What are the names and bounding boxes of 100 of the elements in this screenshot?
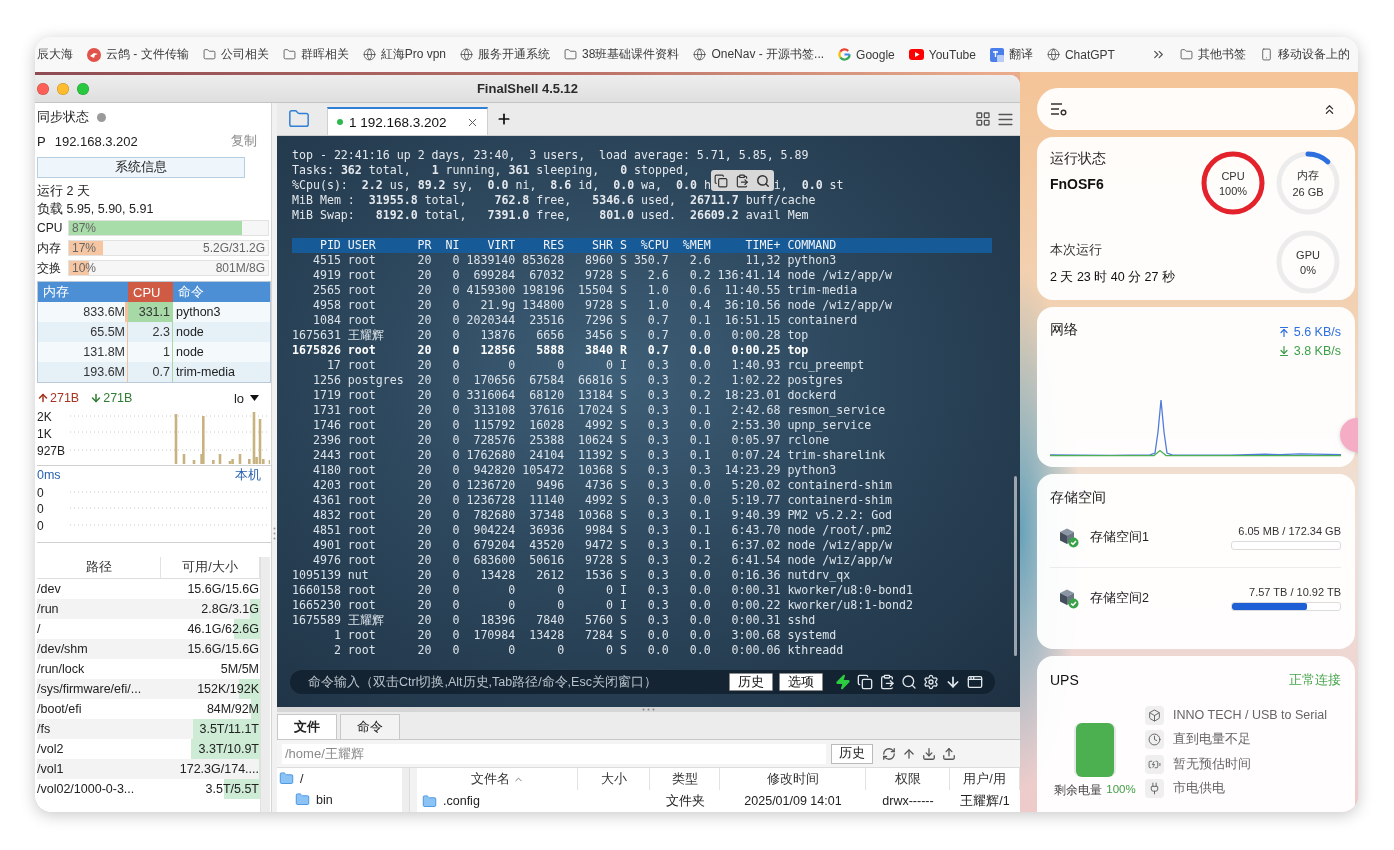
column-header[interactable]: 权限 xyxy=(866,768,950,790)
settings-icon[interactable] xyxy=(923,674,939,690)
grip-icon[interactable] xyxy=(642,708,655,711)
file-name-cell[interactable]: .config xyxy=(417,790,578,812)
virt-cell: 2020344 xyxy=(466,313,516,328)
search-icon[interactable] xyxy=(756,173,771,188)
bookmark-link[interactable]: 翻译 xyxy=(989,46,1033,63)
ups-detail: 市电供电 xyxy=(1173,780,1225,798)
bookmark-link[interactable]: 辰大海 xyxy=(37,46,73,63)
copy-icon[interactable] xyxy=(857,674,873,690)
column-header[interactable]: CPU xyxy=(128,282,173,302)
command-bar-button[interactable]: 历史 xyxy=(729,673,773,691)
bookmark-link[interactable]: 其他书签 xyxy=(1180,46,1246,63)
add-tab-icon[interactable] xyxy=(496,111,512,127)
command-input-bar[interactable]: 命令输入（双击Ctrl切换,Alt历史,Tab路径/命令,Esc关闭窗口） 历史 选项 xyxy=(290,670,995,694)
mem-cell-text: 0.1 xyxy=(688,448,711,463)
shr-cell-text: 66816 xyxy=(577,373,613,388)
bookmark-link[interactable]: Google xyxy=(838,47,895,62)
command-cell: dockerd xyxy=(787,388,837,403)
time-cell-text: 0:16.36 xyxy=(730,568,781,583)
tree-item[interactable]: bin xyxy=(277,789,402,810)
window-title: FinalShell 4.5.12 xyxy=(475,81,580,96)
grip-icon[interactable] xyxy=(273,527,276,540)
virt-cell-text: 170984 xyxy=(472,628,516,643)
state-cell: R xyxy=(619,343,627,358)
state-cell: S xyxy=(619,568,627,583)
column-header[interactable]: 修改时间 xyxy=(720,768,866,790)
mem-cell-text: 0.1 xyxy=(688,538,711,553)
bookmark-link[interactable]: 紅海Pro vpn xyxy=(362,46,447,63)
bookmark-link[interactable]: 38班基础课件资料 xyxy=(564,46,680,63)
column-header[interactable]: 文件名 xyxy=(417,768,578,790)
ups-detail: INNO TECH / USB to Serial xyxy=(1173,708,1327,723)
bookmark-link[interactable]: 服务开通系统 xyxy=(460,46,551,63)
panel-tab[interactable]: 命令 xyxy=(340,714,400,739)
copy-link[interactable]: 复制 xyxy=(231,132,271,150)
column-header[interactable]: 类型 xyxy=(650,768,720,790)
window-icon[interactable] xyxy=(967,674,983,690)
virt-cell: 3316064 xyxy=(466,388,516,403)
command-input[interactable]: 命令输入（双击Ctrl切换,Alt历史,Tab路径/命令,Esc关闭窗口） xyxy=(308,675,723,689)
folder-icon[interactable] xyxy=(288,108,310,130)
scrollbar-thumb[interactable] xyxy=(1014,476,1017,656)
usage-cell: 84M/92M xyxy=(161,699,260,719)
user-cell-text: root xyxy=(347,253,377,268)
column-header[interactable]: 大小 xyxy=(578,768,650,790)
priority-cell-text: 20 xyxy=(416,553,432,568)
mem-cell-text: 0.2 xyxy=(688,388,711,403)
scrollbar[interactable] xyxy=(402,768,409,812)
priority-cell-text: 20 xyxy=(416,613,432,628)
scrollbar[interactable] xyxy=(260,557,270,812)
shr-cell-text: 10624 xyxy=(577,433,613,448)
bookmark-link[interactable]: OneNav - 开源书签... xyxy=(693,46,825,63)
bookmark-link[interactable]: 公司相关 xyxy=(202,46,269,63)
priority-cell-text: 20 xyxy=(416,343,432,358)
shr-cell-text: 9728 xyxy=(584,553,613,568)
download-icon[interactable] xyxy=(922,746,936,761)
history-button[interactable]: 历史 xyxy=(831,743,873,764)
user-cell-text: 王耀辉 xyxy=(347,328,385,343)
usage-cell-text: 15.6G/15.6G xyxy=(186,641,260,658)
upload-icon[interactable] xyxy=(942,746,956,761)
search-icon[interactable] xyxy=(901,674,917,690)
bookmark-link[interactable]: 移动设备上的 xyxy=(1260,46,1350,63)
host-link[interactable]: 本机 xyxy=(235,466,261,484)
user-cell-text: root xyxy=(347,448,377,463)
copy-icon[interactable] xyxy=(714,173,729,188)
priority-cell-text: 20 xyxy=(416,478,432,493)
refresh-icon[interactable] xyxy=(882,746,896,761)
user-cell-text: root xyxy=(347,508,377,523)
panel-tab[interactable]: 文件 xyxy=(277,714,337,739)
command-cell: node /wiz/app/w xyxy=(787,553,893,568)
nice-cell-text: 0 xyxy=(451,628,460,643)
clipboard-icon[interactable] xyxy=(879,674,895,690)
session-tab[interactable]: 1 192.168.3.202 xyxy=(327,107,488,135)
interface-dropdown[interactable]: lo xyxy=(233,390,259,406)
state-cell: S xyxy=(619,463,627,478)
res-cell-text: 16028 xyxy=(528,418,565,433)
path-field[interactable]: /home/王耀辉 xyxy=(282,743,826,764)
bookmark-link[interactable]: YouTube xyxy=(908,47,976,62)
card-title: UPS xyxy=(1050,672,1079,688)
column-header[interactable]: 路径 xyxy=(37,557,161,578)
lightning-icon[interactable] xyxy=(835,674,851,690)
bookmark-link[interactable]: 群晖相关 xyxy=(282,46,349,63)
virt-cell-text: 21.9g xyxy=(479,298,516,313)
clipboard-icon[interactable] xyxy=(735,173,750,188)
tree-item[interactable]: / xyxy=(277,768,402,789)
bookmark-link[interactable]: 云鸽 - 文件传输 xyxy=(87,46,189,63)
res-cell-text: 13428 xyxy=(528,628,565,643)
time-cell: 136:41.14 xyxy=(717,268,781,283)
command-bar-button[interactable]: 选项 xyxy=(779,673,823,691)
list-settings-icon[interactable] xyxy=(1050,102,1067,116)
grid-view-icon[interactable] xyxy=(975,110,991,127)
nice-cell-text: 0 xyxy=(451,478,460,493)
res-cell-text: 36936 xyxy=(528,523,565,538)
time-cell-text: 6:43.70 xyxy=(730,523,781,538)
system-info-button[interactable]: 系统信息 xyxy=(37,157,245,178)
arrow-down-icon[interactable] xyxy=(945,674,961,690)
bookmark-link[interactable]: ChatGPT xyxy=(1046,47,1115,62)
axis-label: 0 xyxy=(37,518,45,535)
time-cell-text: 14:23.29 xyxy=(723,463,781,478)
window-close-button[interactable] xyxy=(37,82,49,95)
priority-cell-text: 20 xyxy=(416,508,432,523)
